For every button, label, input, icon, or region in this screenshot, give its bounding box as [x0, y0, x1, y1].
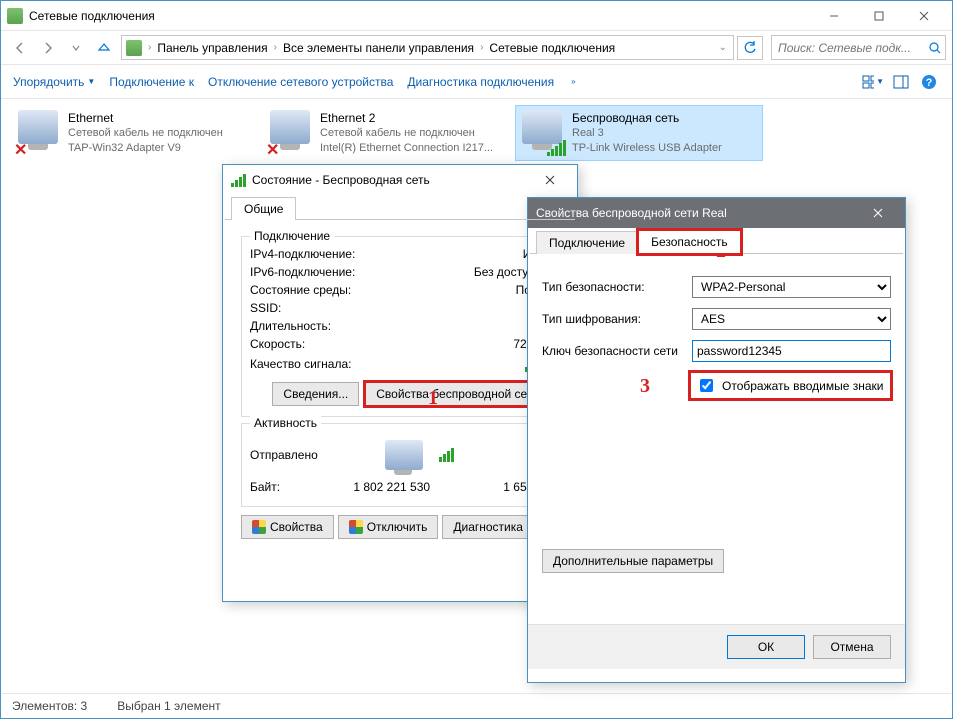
activity-icon: [385, 440, 460, 470]
connection-item-ethernet[interactable]: ✕ Ethernet Сетевой кабель не подключен T…: [11, 105, 259, 161]
close-button[interactable]: [531, 168, 569, 192]
up-button[interactable]: [91, 35, 117, 61]
maximize-button[interactable]: [856, 2, 901, 30]
dialog-titlebar: Свойства беспроводной сети Real: [528, 198, 905, 228]
ok-button[interactable]: ОК: [727, 635, 805, 659]
nav-bar: › Панель управления › Все элементы панел…: [1, 31, 952, 65]
dialog-footer: ОК Отмена: [528, 624, 905, 669]
forward-button[interactable]: [35, 35, 61, 61]
connection-status: Сетевой кабель не подключен: [320, 126, 493, 141]
close-button[interactable]: [901, 2, 946, 30]
encryption-type-select[interactable]: AES: [692, 308, 891, 330]
connection-status: Сетевой кабель не подключен: [68, 126, 223, 141]
dialog-title: Свойства беспроводной сети Real: [536, 206, 859, 220]
wireless-properties-button[interactable]: Свойства беспроводной сети: [365, 382, 550, 406]
group-activity: Активность Отправлено При Байт: 1 802 22…: [241, 423, 559, 507]
location-icon: [126, 40, 142, 56]
connection-icon: ✕: [18, 110, 60, 152]
tab-row: Подключение Безопасность: [528, 230, 905, 254]
tab-general[interactable]: Общие: [231, 197, 296, 220]
tab-security[interactable]: Безопасность: [638, 230, 741, 254]
search-icon: [929, 42, 941, 54]
recent-dropdown[interactable]: [63, 35, 89, 61]
svg-text:?: ?: [926, 77, 933, 89]
window-title: Сетевые подключения: [29, 9, 811, 23]
app-icon: [7, 8, 23, 24]
disconnected-icon: ✕: [266, 140, 282, 156]
search-input[interactable]: [776, 40, 929, 56]
wireless-properties-dialog: Свойства беспроводной сети Real Подключе…: [527, 197, 906, 683]
connection-name: Ethernet 2: [320, 110, 493, 126]
connections-list: ✕ Ethernet Сетевой кабель не подключен T…: [1, 99, 952, 167]
cancel-button[interactable]: Отмена: [813, 635, 891, 659]
status-count: Элементов: 3: [12, 699, 87, 713]
organize-menu[interactable]: Упорядочить▼: [13, 75, 95, 89]
close-button[interactable]: [859, 201, 897, 225]
diagnose-button[interactable]: Диагностика подключения»: [407, 75, 575, 89]
advanced-settings-button[interactable]: Дополнительные параметры: [542, 549, 724, 573]
show-characters-checkbox[interactable]: [700, 379, 713, 392]
connection-status: Real 3: [572, 126, 722, 141]
disconnected-icon: ✕: [14, 140, 30, 156]
connection-device: Intel(R) Ethernet Connection I217...: [320, 141, 493, 156]
signal-icon: [231, 174, 246, 187]
connection-item-wireless[interactable]: Беспроводная сеть Real 3 TP-Link Wireles…: [515, 105, 763, 161]
network-key-row: Ключ безопасности сети: [542, 340, 891, 362]
disable-device-button[interactable]: Отключение сетевого устройства: [208, 75, 393, 89]
signal-icon: [547, 140, 566, 156]
status-selection: Выбран 1 элемент: [117, 699, 220, 713]
tab-row: Общие: [223, 197, 577, 220]
chevron-right-icon: ›: [272, 42, 279, 53]
connection-device: TAP-Win32 Adapter V9: [68, 141, 223, 156]
shield-icon: [349, 520, 363, 534]
network-key-input[interactable]: [692, 340, 891, 362]
status-dialog: Состояние - Беспроводная сеть Общие Подк…: [222, 164, 578, 602]
encryption-type-row: Тип шифрования: AES: [542, 308, 891, 330]
connection-icon: [522, 110, 564, 152]
dialog-title: Состояние - Беспроводная сеть: [252, 173, 531, 187]
connection-icon: ✕: [270, 110, 312, 152]
chevron-down-icon[interactable]: ⌄: [717, 42, 729, 53]
refresh-button[interactable]: [737, 36, 763, 60]
dialog-titlebar: Состояние - Беспроводная сеть: [223, 165, 577, 195]
connection-item-ethernet2[interactable]: ✕ Ethernet 2 Сетевой кабель не подключен…: [263, 105, 511, 161]
toolbar: Упорядочить▼ Подключение к Отключение се…: [1, 65, 952, 99]
title-bar: Сетевые подключения: [1, 1, 952, 31]
group-connection: Подключение IPv4-подключение:Инте IPv6-п…: [241, 236, 559, 417]
back-button[interactable]: [7, 35, 33, 61]
breadcrumb-seg[interactable]: Сетевые подключения: [485, 41, 619, 55]
connect-to-button[interactable]: Подключение к: [109, 75, 194, 89]
status-bar: Элементов: 3 Выбран 1 элемент: [2, 693, 951, 717]
show-characters-row: Отображать вводимые знаки: [690, 372, 891, 399]
properties-button[interactable]: Свойства: [241, 515, 334, 539]
connection-name: Беспроводная сеть: [572, 110, 722, 126]
breadcrumb[interactable]: › Панель управления › Все элементы панел…: [121, 35, 734, 60]
breadcrumb-seg[interactable]: Все элементы панели управления: [279, 41, 478, 55]
diagnose-button[interactable]: Диагностика: [442, 515, 534, 539]
breadcrumb-seg[interactable]: Панель управления: [153, 41, 271, 55]
tab-connection[interactable]: Подключение: [536, 231, 638, 254]
preview-pane-button[interactable]: [890, 71, 912, 93]
connection-name: Ethernet: [68, 110, 223, 126]
view-icons-button[interactable]: ▼: [862, 71, 884, 93]
shield-icon: [252, 520, 266, 534]
chevron-right-icon: ›: [146, 42, 153, 53]
search-box[interactable]: [771, 35, 946, 60]
minimize-button[interactable]: [811, 2, 856, 30]
help-button[interactable]: ?: [918, 71, 940, 93]
disable-button[interactable]: Отключить: [338, 515, 439, 539]
connection-device: TP-Link Wireless USB Adapter: [572, 141, 722, 156]
details-button[interactable]: Сведения...: [272, 382, 359, 406]
chevron-right-icon: ›: [478, 42, 485, 53]
security-type-row: Тип безопасности: WPA2-Personal: [542, 276, 891, 298]
security-type-select[interactable]: WPA2-Personal: [692, 276, 891, 298]
